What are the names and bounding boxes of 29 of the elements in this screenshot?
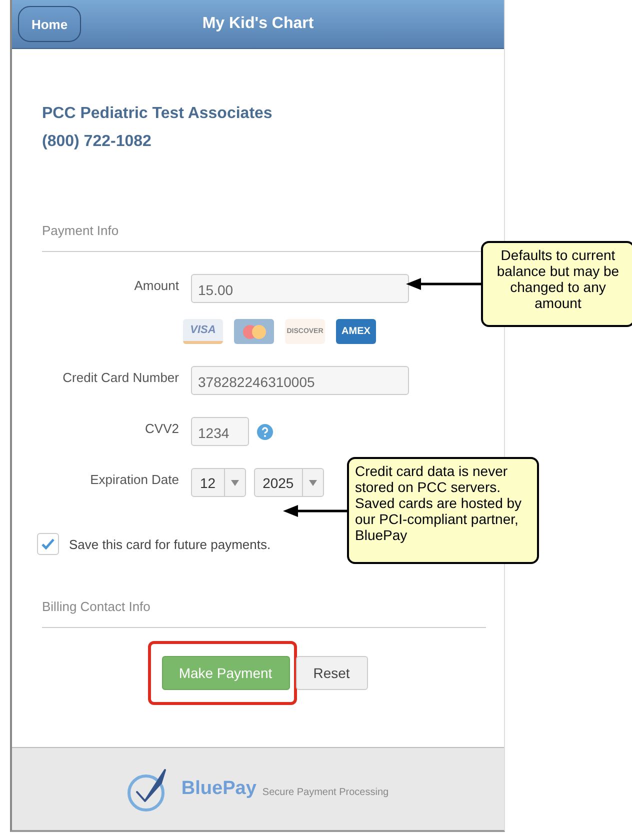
brand-name: BluePay — [181, 778, 256, 800]
reset-button[interactable]: Reset — [296, 656, 368, 690]
practice-name: PCC Pediatric Test Associates — [42, 105, 272, 123]
cvv-field[interactable]: 1234 — [191, 417, 249, 446]
field-label: Credit Card Number — [62, 370, 179, 385]
amount-field[interactable]: 15.00 — [191, 274, 409, 303]
arrow-line — [283, 505, 349, 517]
card-number-field[interactable]: 378282246310005 — [191, 366, 409, 395]
caret-icon — [308, 480, 317, 486]
field-label: CVV2 — [144, 421, 179, 436]
month-select[interactable]: 12 — [191, 468, 246, 497]
page-title: My Kid's Chart — [201, 15, 315, 33]
callout-note: Defaults to current balance but may be changed to any amount — [481, 241, 632, 327]
checkbox-label: Save this card for future payments. — [69, 536, 271, 552]
practice-phone: (800) 722-1082 — [42, 133, 152, 151]
save-card-checkbox[interactable] — [37, 533, 59, 555]
checkmark-icon — [41, 538, 55, 550]
caret-icon — [230, 480, 239, 486]
card-logo: VISA — [183, 319, 223, 344]
year-select[interactable]: 2025 — [254, 468, 324, 497]
field-label: Amount — [133, 278, 179, 293]
brand-tagline: Secure Payment Processing — [262, 786, 389, 798]
callout-note: Credit card data is never stored on PCC servers. Saved cards are hosted by our PCI-compliant partner, BluePay — [347, 457, 539, 564]
help-icon[interactable] — [257, 424, 273, 440]
field-label: Expiration Date — [89, 472, 179, 487]
section-heading: Payment Info — [42, 223, 119, 238]
home-button[interactable]: Home — [18, 6, 81, 42]
card-logo: AMEX — [336, 319, 376, 344]
section-heading: Billing Contact Info — [42, 599, 150, 614]
